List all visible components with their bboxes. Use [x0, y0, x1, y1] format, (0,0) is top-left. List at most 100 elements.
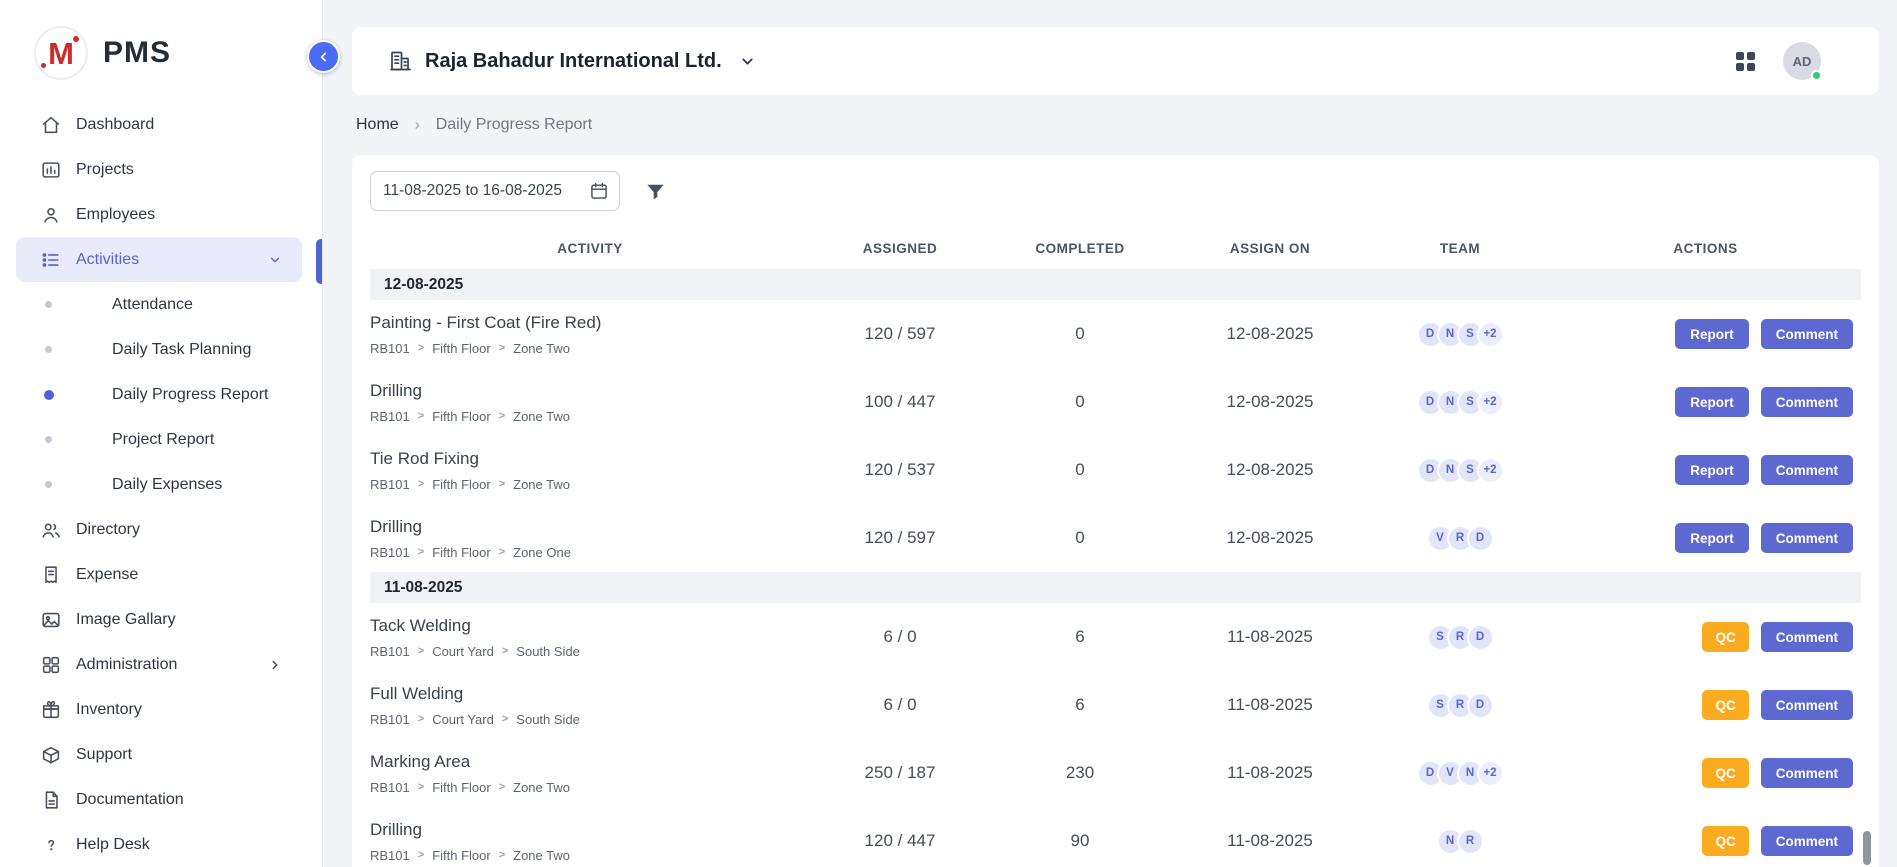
path-segment: RB101	[370, 780, 410, 795]
sidebar-subitem-label: Project Report	[112, 431, 214, 449]
assign-on-cell: 11-08-2025	[1170, 695, 1370, 715]
table-header-row: ACTIVITY ASSIGNED COMPLETED ASSIGN ON TE…	[370, 227, 1861, 269]
grid-icon	[40, 654, 62, 676]
sidebar-item-directory[interactable]: Directory	[16, 507, 302, 552]
activity-cell: Marking AreaRB101>Fifth Floor>Zone Two	[370, 752, 810, 795]
team-avatar[interactable]: D	[1467, 624, 1494, 651]
sidebar-subitem-daily-expenses[interactable]: Daily Expenses	[0, 462, 322, 507]
qc-button[interactable]: QC	[1702, 826, 1748, 856]
activity-location-path: RB101>Fifth Floor>Zone One	[370, 545, 800, 560]
sidebar-item-activities[interactable]: Activities	[16, 237, 302, 282]
path-segment: RB101	[370, 545, 410, 560]
path-segment: South Side	[516, 712, 580, 727]
apps-grid-icon[interactable]	[1736, 52, 1755, 71]
activity-cell: DrillingRB101>Fifth Floor>Zone Two	[370, 381, 810, 424]
team-avatar[interactable]: R	[1457, 828, 1484, 855]
activity-cell: Full WeldingRB101>Court Yard>South Side	[370, 684, 810, 727]
sidebar-subitem-attendance[interactable]: Attendance	[0, 282, 322, 327]
qc-button[interactable]: QC	[1702, 690, 1748, 720]
comment-button[interactable]: Comment	[1761, 690, 1853, 720]
comment-button[interactable]: Comment	[1761, 387, 1853, 417]
path-segment: Zone Two	[513, 477, 570, 492]
scrollbar-thumb[interactable]	[1863, 831, 1871, 865]
sidebar-item-label: Documentation	[76, 791, 184, 809]
chevron-down-icon	[739, 53, 756, 70]
report-button[interactable]: Report	[1675, 523, 1749, 553]
comment-button[interactable]: Comment	[1761, 523, 1853, 553]
qc-button[interactable]: QC	[1702, 758, 1748, 788]
chevron-separator: >	[418, 546, 424, 558]
sidebar-item-projects[interactable]: Projects	[16, 147, 302, 192]
table-row: Tie Rod FixingRB101>Fifth Floor>Zone Two…	[370, 436, 1861, 504]
filter-funnel-icon[interactable]	[644, 180, 667, 203]
comment-button[interactable]: Comment	[1761, 826, 1853, 856]
avatar-initials: AD	[1793, 54, 1812, 69]
assigned-cell: 100 / 447	[810, 392, 990, 412]
team-more-badge[interactable]: +2	[1477, 760, 1504, 787]
chevron-right-icon	[268, 658, 282, 672]
date-range-field	[370, 171, 620, 211]
team-more-badge[interactable]: +2	[1477, 321, 1504, 348]
activity-cell: Tack WeldingRB101>Court Yard>South Side	[370, 616, 810, 659]
sidebar-subitem-project-report[interactable]: Project Report	[0, 417, 322, 462]
breadcrumb-current: Daily Progress Report	[436, 116, 593, 134]
team-more-badge[interactable]: +2	[1477, 389, 1504, 416]
chevron-separator: >	[418, 713, 424, 725]
comment-button[interactable]: Comment	[1761, 319, 1853, 349]
comment-button[interactable]: Comment	[1761, 455, 1853, 485]
brand-area: M PMS	[0, 0, 322, 80]
path-segment: Court Yard	[432, 712, 494, 727]
sidebar-item-help-desk[interactable]: Help Desk	[16, 822, 302, 867]
comment-button[interactable]: Comment	[1761, 758, 1853, 788]
sidebar-item-image-gallary[interactable]: Image Gallary	[16, 597, 302, 642]
sidebar-item-dashboard[interactable]: Dashboard	[16, 102, 302, 147]
assign-on-cell: 11-08-2025	[1170, 627, 1370, 647]
assign-on-cell: 12-08-2025	[1170, 392, 1370, 412]
sidebar-item-label: Expense	[76, 566, 138, 584]
team-avatar[interactable]: D	[1467, 525, 1494, 552]
sidebar-item-administration[interactable]: Administration	[16, 642, 302, 687]
sidebar-item-inventory[interactable]: Inventory	[16, 687, 302, 732]
path-segment: RB101	[370, 477, 410, 492]
table-row: DrillingRB101>Fifth Floor>Zone Two100 / …	[370, 368, 1861, 436]
team-avatar[interactable]: D	[1467, 692, 1494, 719]
sidebar-item-expense[interactable]: Expense	[16, 552, 302, 597]
report-button[interactable]: Report	[1675, 455, 1749, 485]
sidebar-subitem-daily-progress-report[interactable]: Daily Progress Report	[0, 372, 322, 417]
qc-button[interactable]: QC	[1702, 622, 1748, 652]
completed-cell: 0	[990, 392, 1170, 412]
sidebar-item-label: Help Desk	[76, 836, 150, 854]
path-segment: RB101	[370, 341, 410, 356]
sidebar-item-documentation[interactable]: Documentation	[16, 777, 302, 822]
sidebar-item-label: Activities	[76, 251, 139, 269]
user-avatar[interactable]: AD	[1783, 42, 1821, 80]
chevron-separator: >	[418, 342, 424, 354]
breadcrumb-home[interactable]: Home	[356, 116, 399, 134]
sidebar-item-label: Inventory	[76, 701, 142, 719]
activity-location-path: RB101>Fifth Floor>Zone Two	[370, 341, 800, 356]
company-selector[interactable]: Raja Bahadur International Ltd.	[388, 49, 756, 73]
team-more-badge[interactable]: +2	[1477, 457, 1504, 484]
date-group-header: 12-08-2025	[370, 269, 1861, 300]
date-range-input[interactable]	[383, 182, 589, 200]
sidebar-subitem-daily-task-planning[interactable]: Daily Task Planning	[0, 327, 322, 372]
table-row: DrillingRB101>Fifth Floor>Zone Two120 / …	[370, 807, 1861, 867]
activity-location-path: RB101>Court Yard>South Side	[370, 644, 800, 659]
logo-dot	[73, 36, 79, 42]
report-button[interactable]: Report	[1675, 319, 1749, 349]
chevron-separator: >	[499, 781, 505, 793]
report-button[interactable]: Report	[1675, 387, 1749, 417]
actions-cell: QC Comment	[1550, 690, 1861, 720]
sidebar-item-employees[interactable]: Employees	[16, 192, 302, 237]
sidebar-item-support[interactable]: Support	[16, 732, 302, 777]
sidebar-collapse-button[interactable]	[307, 40, 340, 73]
completed-cell: 0	[990, 460, 1170, 480]
main-area: Raja Bahadur International Ltd. AD Home …	[324, 0, 1897, 867]
sidebar-nav: Dashboard Projects Employees Activities …	[0, 102, 322, 867]
column-header-assign-on: ASSIGN ON	[1170, 241, 1370, 256]
comment-button[interactable]: Comment	[1761, 622, 1853, 652]
path-segment: Fifth Floor	[432, 780, 491, 795]
completed-cell: 6	[990, 695, 1170, 715]
actions-cell: QC Comment	[1550, 758, 1861, 788]
calendar-icon[interactable]	[589, 181, 609, 201]
